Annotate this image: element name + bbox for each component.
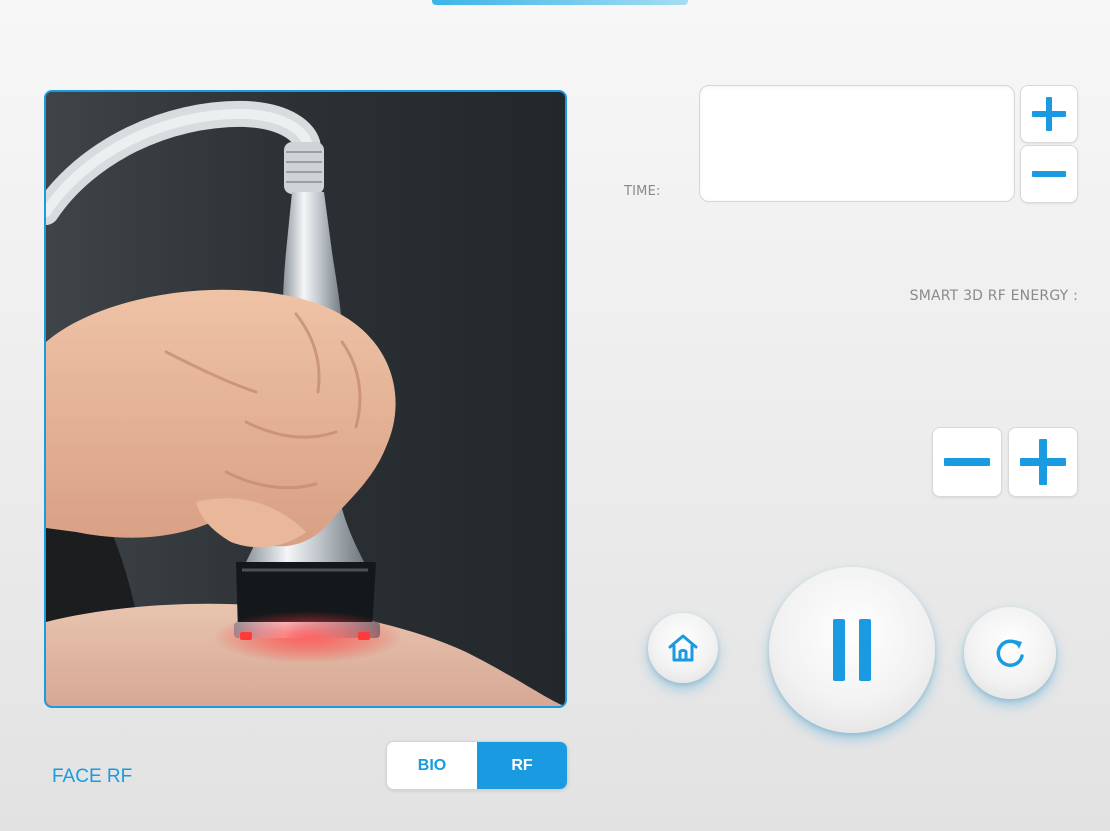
home-icon [668, 634, 698, 662]
pause-icon [833, 619, 871, 681]
reset-button[interactable] [964, 607, 1056, 699]
time-increase-button[interactable] [1020, 85, 1078, 143]
mode-toggle: BIO RF [386, 741, 568, 790]
mode-title: FACE RF [52, 766, 133, 787]
plus-icon [1020, 439, 1066, 485]
minus-icon [944, 458, 990, 466]
energy-increase-button[interactable] [1008, 427, 1078, 497]
energy-decrease-button[interactable] [932, 427, 1002, 497]
treatment-image [44, 90, 567, 708]
pause-button[interactable] [769, 567, 935, 733]
time-label: TIME: [624, 184, 661, 199]
home-button[interactable] [648, 613, 718, 683]
time-display [699, 85, 1015, 202]
minus-icon [1032, 171, 1066, 177]
mode-option-bio[interactable]: BIO [387, 742, 477, 789]
top-tab-indicator [432, 0, 688, 5]
plus-icon [1032, 97, 1066, 131]
refresh-icon [996, 639, 1024, 667]
mode-option-rf[interactable]: RF [477, 742, 567, 789]
time-decrease-button[interactable] [1020, 145, 1078, 203]
energy-label: SMART 3D RF ENERGY : [909, 288, 1078, 304]
